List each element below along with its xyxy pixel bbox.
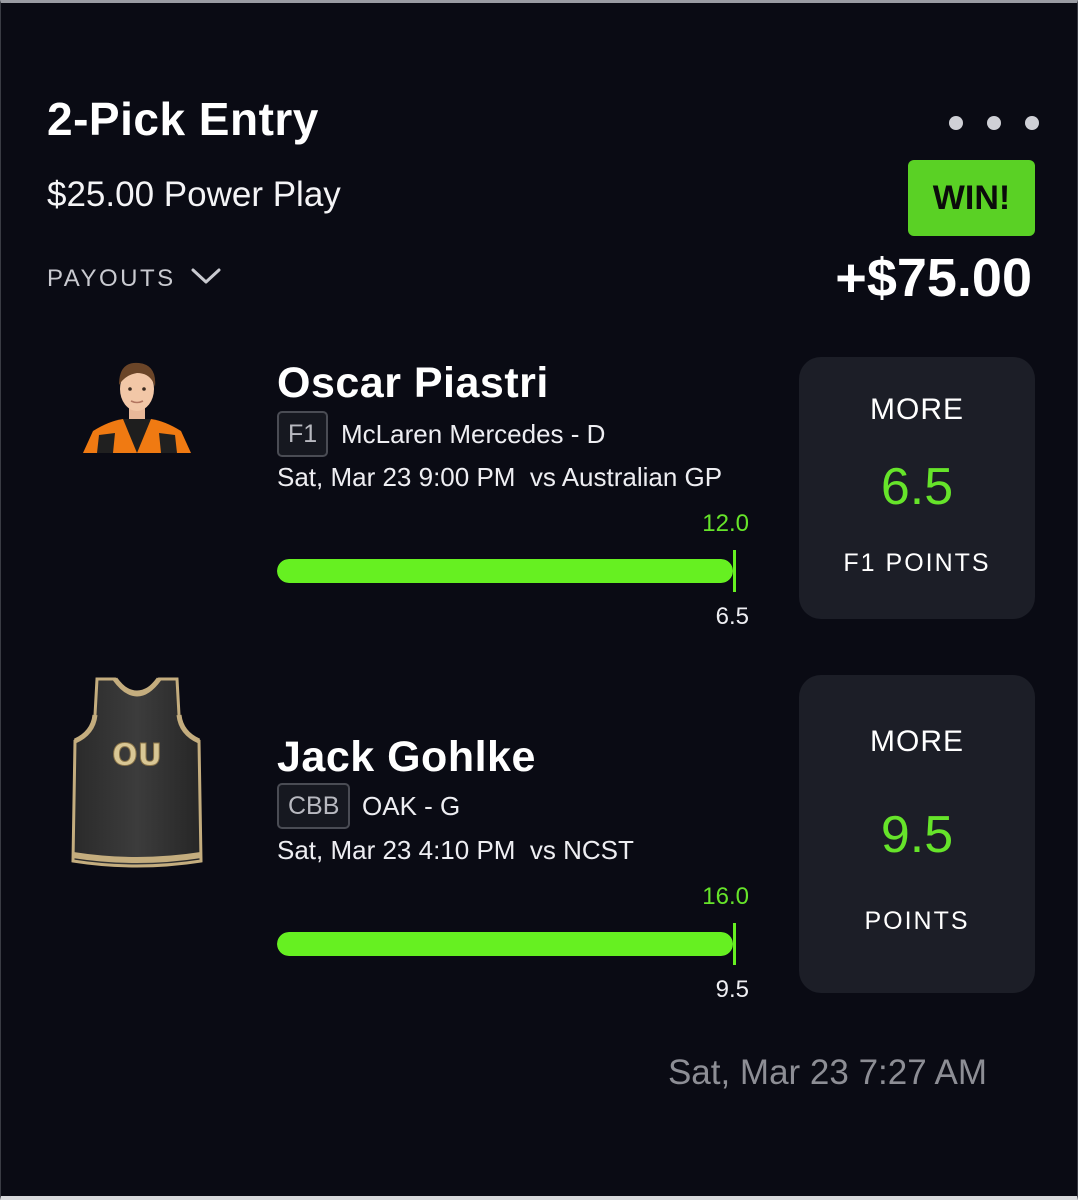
league-tag: CBB — [277, 783, 351, 829]
chevron-down-icon — [190, 261, 222, 297]
actual-value: 12.0 — [702, 510, 749, 537]
line-value: 9.5 — [715, 976, 749, 1003]
player-name: Jack Gohlke — [277, 733, 536, 781]
progress-bar-fill — [277, 559, 733, 583]
projection-card[interactable]: MORE 9.5 POINTS — [799, 675, 1035, 993]
entry-subtitle: $25.00 Power Play — [47, 175, 341, 214]
pick-direction: MORE — [870, 725, 964, 758]
player-team: OAK - G — [362, 791, 461, 821]
stat-type: F1 POINTS — [843, 549, 991, 577]
progress-bar — [277, 559, 733, 583]
game-info: Sat, Mar 23 4:10 PM vs NCST — [277, 833, 634, 867]
jersey-icon: OU — [69, 675, 205, 876]
player-name: Oscar Piastri — [277, 359, 549, 407]
payout-amount: +$75.00 — [835, 248, 1032, 308]
line-marker — [733, 550, 736, 592]
entry-timestamp: Sat, Mar 23 7:27 AM — [667, 1053, 987, 1092]
entry-title: 2-Pick Entry — [47, 93, 319, 145]
jersey-text: OU — [112, 738, 162, 773]
stat-type: POINTS — [864, 907, 970, 935]
result-badge: WIN! — [908, 160, 1035, 236]
payouts-toggle[interactable]: PAYOUTS — [47, 261, 222, 297]
league-tag: F1 — [277, 411, 329, 457]
entry-card: 2-Pick Entry $25.00 Power Play PAYOUTS W… — [0, 0, 1078, 1200]
projection-card[interactable]: MORE 6.5 F1 POINTS — [799, 357, 1035, 619]
opponent: vs NCST — [529, 835, 634, 865]
pick-direction: MORE — [870, 393, 964, 426]
driver-portrait-icon — [79, 355, 195, 460]
line-marker — [733, 923, 736, 965]
game-info: Sat, Mar 23 9:00 PM vs Australian GP — [277, 460, 722, 494]
projection-line: 6.5 — [880, 458, 954, 516]
player-team: McLaren Mercedes - D — [341, 419, 606, 449]
progress-bar — [277, 932, 733, 956]
progress-bar-fill — [277, 932, 733, 956]
game-time: Sat, Mar 23 4:10 PM — [277, 835, 516, 865]
actual-value: 16.0 — [702, 883, 749, 910]
payouts-label: PAYOUTS — [47, 265, 176, 292]
game-time: Sat, Mar 23 9:00 PM — [277, 462, 516, 492]
projection-line: 9.5 — [880, 806, 954, 864]
more-options-icon[interactable] — [949, 109, 1039, 137]
opponent: vs Australian GP — [529, 462, 723, 492]
line-value: 6.5 — [715, 603, 749, 630]
